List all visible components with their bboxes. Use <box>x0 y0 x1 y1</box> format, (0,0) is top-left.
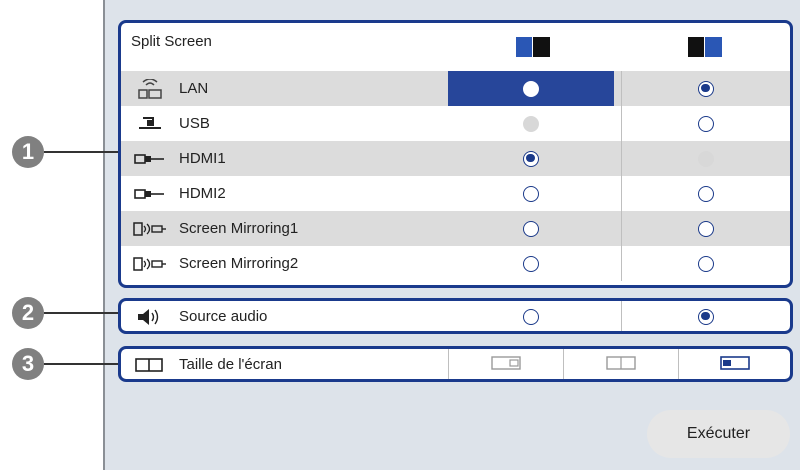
source-row-screen-mirroring2[interactable]: Screen Mirroring2 <box>121 246 790 281</box>
sm2-right-cell[interactable] <box>621 246 790 281</box>
screen-size-group: Taille de l'écran <box>118 346 793 382</box>
usb-right-radio[interactable] <box>698 115 714 132</box>
hdmi-icon <box>131 149 169 169</box>
size-right-large-icon[interactable] <box>719 355 750 374</box>
source-label-usb: USB <box>179 115 210 132</box>
sm2-left-cell[interactable] <box>448 246 614 281</box>
callout-3: 3 <box>12 348 44 380</box>
lan-icon <box>131 78 169 99</box>
lan-right-radio[interactable] <box>698 80 714 97</box>
lan-left-cell[interactable] <box>448 71 614 106</box>
hdmi-icon <box>131 184 169 204</box>
hdmi2-right-radio[interactable] <box>698 185 714 202</box>
audio-right-radio[interactable] <box>698 308 714 325</box>
source-audio-label: Source audio <box>179 308 268 325</box>
hdmi1-left-cell[interactable] <box>448 141 614 176</box>
callout-1: 1 <box>12 136 44 168</box>
source-row-lan[interactable]: LAN <box>121 71 790 106</box>
split-screen-title: Split Screen <box>131 33 212 50</box>
hdmi1-right-radio <box>698 150 714 167</box>
audio-right-cell[interactable] <box>621 301 790 331</box>
screen-size-row[interactable]: Taille de l'écran <box>121 349 790 379</box>
panel-divider <box>103 0 105 470</box>
hdmi1-left-radio[interactable] <box>523 150 539 167</box>
sm1-right-cell[interactable] <box>621 211 790 246</box>
sm2-left-radio[interactable] <box>523 255 539 272</box>
sm1-right-radio[interactable] <box>698 220 714 237</box>
callout-3-leader <box>44 363 121 365</box>
size-left-large-icon[interactable] <box>491 355 521 374</box>
lan-right-cell[interactable] <box>621 71 790 106</box>
source-row-hdmi2[interactable]: HDMI2 <box>121 176 790 211</box>
callout-2: 2 <box>12 297 44 329</box>
hdmi2-right-cell[interactable] <box>621 176 790 211</box>
screen-mirroring-icon <box>131 254 169 274</box>
usb-left-cell[interactable] <box>448 106 614 141</box>
audio-left-cell[interactable] <box>448 301 614 331</box>
sm2-right-radio[interactable] <box>698 255 714 272</box>
screen-mirroring-icon <box>131 219 169 239</box>
hdmi2-left-cell[interactable] <box>448 176 614 211</box>
layout-right-active-icon <box>688 37 722 57</box>
layout-left-active-icon <box>516 37 550 57</box>
screen-size-icon <box>131 355 169 375</box>
sm1-left-radio[interactable] <box>523 220 539 237</box>
usb-left-radio <box>523 115 539 132</box>
source-label-hdmi2: HDMI2 <box>179 185 226 202</box>
source-label-lan: LAN <box>179 80 209 97</box>
split-screen-group: Split Screen LAN USB HDMI1 HDMI2 Screen … <box>118 20 793 288</box>
source-label-hdmi1: HDMI1 <box>179 150 226 167</box>
source-row-hdmi1[interactable]: HDMI1 <box>121 141 790 176</box>
hdmi1-right-cell[interactable] <box>621 141 790 176</box>
lan-left-radio[interactable] <box>523 80 539 97</box>
source-audio-group: Source audio <box>118 298 793 334</box>
source-row-usb[interactable]: USB <box>121 106 790 141</box>
hdmi2-left-radio[interactable] <box>523 185 539 202</box>
screen-size-option-3[interactable] <box>678 349 790 379</box>
source-label-screen-mirroring1: Screen Mirroring1 <box>179 220 299 237</box>
execute-button[interactable]: Exécuter <box>647 410 790 458</box>
speaker-icon <box>131 307 169 327</box>
audio-left-radio[interactable] <box>523 308 539 325</box>
callout-1-leader <box>44 151 121 153</box>
source-label-screen-mirroring2: Screen Mirroring2 <box>179 255 299 272</box>
source-row-screen-mirroring1[interactable]: Screen Mirroring1 <box>121 211 790 246</box>
sm1-left-cell[interactable] <box>448 211 614 246</box>
screen-size-option-1[interactable] <box>448 349 563 379</box>
usb-icon <box>131 114 169 134</box>
screen-size-option-2[interactable] <box>563 349 678 379</box>
screen-size-label: Taille de l'écran <box>179 356 282 373</box>
usb-right-cell[interactable] <box>621 106 790 141</box>
source-audio-row[interactable]: Source audio <box>121 301 790 331</box>
size-equal-icon[interactable] <box>606 355 636 374</box>
callout-2-leader <box>44 312 121 314</box>
